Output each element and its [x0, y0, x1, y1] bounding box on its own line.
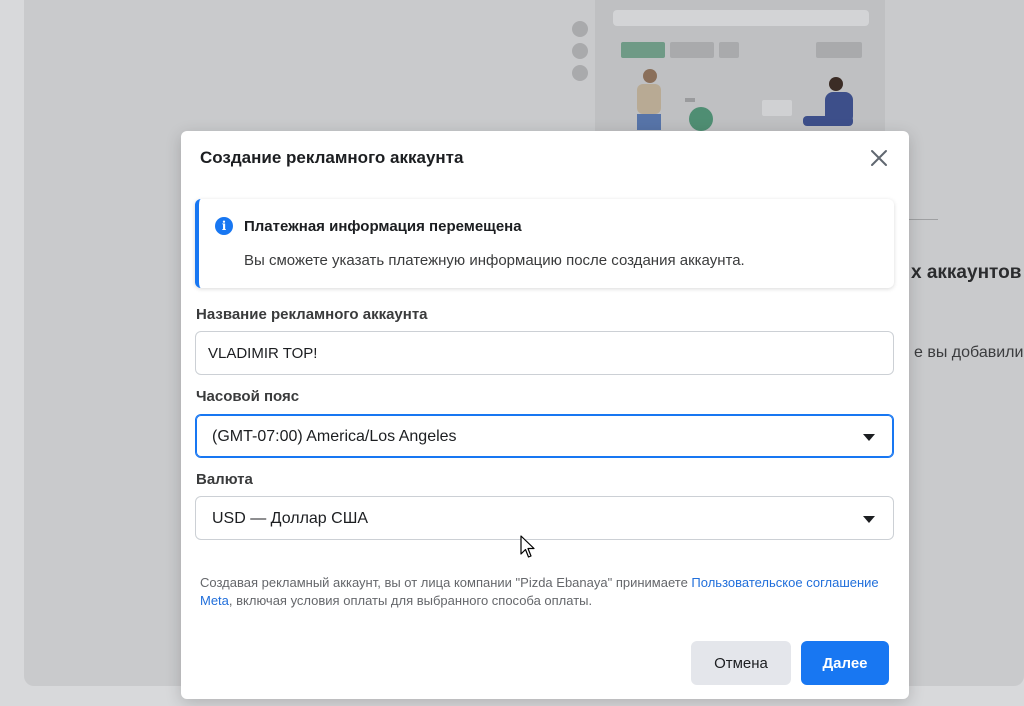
background-illustration	[572, 0, 885, 150]
next-button[interactable]: Далее	[801, 641, 889, 685]
info-banner-text: Вы сможете указать платежную информацию …	[244, 252, 745, 269]
account-name-input[interactable]	[195, 331, 894, 375]
dialog-header: Создание рекламного аккаунта	[181, 131, 909, 185]
create-ad-account-dialog: Создание рекламного аккаунта i Платежная…	[181, 131, 909, 699]
chevron-down-icon	[863, 516, 875, 523]
currency-select[interactable]: USD — Доллар США	[195, 496, 894, 540]
info-banner-title: Платежная информация перемещена	[244, 218, 522, 235]
dialog-title: Создание рекламного аккаунта	[200, 148, 464, 167]
legal-notice: Создавая рекламный аккаунт, вы от лица к…	[200, 574, 900, 610]
timezone-value: (GMT-07:00) America/Los Angeles	[212, 428, 457, 445]
info-icon: i	[215, 217, 233, 235]
cancel-button[interactable]: Отмена	[691, 641, 791, 685]
timezone-select[interactable]: (GMT-07:00) America/Los Angeles	[195, 414, 894, 458]
close-icon[interactable]	[867, 146, 891, 170]
background-heading: х аккаунтов	[911, 262, 1022, 283]
mouse-pointer-icon	[520, 535, 535, 558]
background-subtext: е вы добавили	[914, 344, 1024, 361]
info-banner: i Платежная информация перемещена Вы смо…	[195, 199, 894, 288]
currency-value: USD — Доллар США	[212, 510, 369, 527]
currency-label: Валюта	[196, 471, 253, 488]
chevron-down-icon	[863, 434, 875, 441]
account-name-label: Название рекламного аккаунта	[196, 306, 428, 323]
legal-suffix: , включая условия оплаты для выбранного …	[228, 593, 593, 608]
legal-prefix: Создавая рекламный аккаунт, вы от лица к…	[200, 575, 692, 590]
timezone-label: Часовой пояс	[196, 388, 300, 405]
